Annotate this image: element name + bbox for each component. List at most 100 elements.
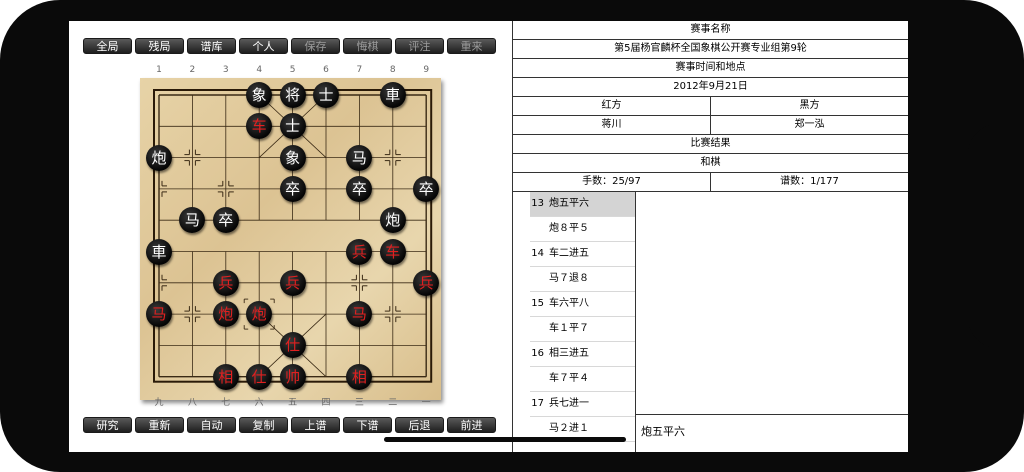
time-place-label-row: 赛事时间和地点 (513, 59, 908, 78)
file-number: 9 (423, 65, 430, 75)
file-number: 二 (388, 398, 398, 408)
bottom-button-1[interactable]: 重新 (135, 417, 184, 433)
bottom-button-0[interactable]: 研究 (83, 417, 132, 433)
move-item[interactable]: 15 车六平八 (530, 292, 635, 317)
move-number: 14 (531, 248, 544, 259)
black-piece[interactable]: 士 (313, 82, 339, 108)
top-button-4[interactable]: 保存 (291, 38, 340, 54)
move-item[interactable]: 炮８平５ (530, 217, 635, 242)
black-piece[interactable]: 象 (279, 144, 306, 171)
move-text: 车六平八 (549, 298, 589, 309)
red-piece[interactable]: 帅 (279, 363, 306, 390)
move-text: 兵七进一 (549, 398, 589, 409)
black-piece[interactable]: 卒 (279, 175, 306, 202)
move-number: 17 (531, 398, 544, 409)
black-piece[interactable]: 卒 (413, 175, 440, 202)
move-item[interactable]: 16 相三进五 (530, 342, 635, 367)
red-piece[interactable]: 兵 (212, 269, 239, 296)
move-list: 13 炮五平六炮８平５ 14 车二进五马７退８ 15 车六平八车１平７ 16 相三进五车７平４… (530, 192, 635, 442)
black-piece[interactable]: 士 (279, 113, 306, 140)
red-piece[interactable]: 兵 (413, 269, 440, 296)
file-number: 六 (254, 398, 264, 408)
bottom-toolbar: 研究 重新 自动 复制 上谱 下谱 后退 前进 (83, 417, 496, 433)
event-label: 赛事名称 (690, 24, 731, 35)
black-piece[interactable]: 炮 (379, 207, 406, 234)
file-number: 五 (288, 398, 298, 408)
red-piece[interactable]: 仕 (246, 363, 273, 390)
file-number: 三 (354, 398, 364, 408)
bottom-button-2[interactable]: 自动 (187, 417, 236, 433)
move-number: 16 (531, 348, 544, 359)
device-frame: 全局 残局 谱库 个人 保存 悔棋 评注 重来 123456789 象将士車车士炮象马卒卒卒马… (0, 0, 1024, 472)
top-button-5[interactable]: 悔棋 (343, 38, 392, 54)
move-text: 车１平７ (549, 323, 589, 334)
file-number: 七 (221, 398, 231, 408)
move-text: 车７平４ (549, 373, 589, 384)
top-button-7[interactable]: 重来 (447, 38, 496, 54)
black-piece[interactable]: 马 (346, 144, 373, 171)
chess-board[interactable]: 象将士車车士炮象马卒卒卒马卒炮車兵车兵兵兵马炮炮马仕相仕帅相 (140, 78, 441, 400)
players-row: 蒋川 郑一泓 (513, 116, 908, 135)
black-piece[interactable]: 車 (146, 238, 172, 265)
time-place-label: 赛事时间和地点 (675, 62, 746, 73)
top-button-2[interactable]: 谱库 (187, 38, 236, 54)
counts-row: 手数：25/97 谱数：1/177 (513, 173, 908, 192)
black-piece[interactable]: 炮 (146, 144, 172, 171)
file-number: 2 (189, 65, 196, 75)
move-text: 车二进五 (549, 248, 589, 259)
move-item[interactable]: 车１平７ (530, 317, 635, 342)
red-piece[interactable]: 相 (212, 363, 239, 390)
top-toolbar: 全局 残局 谱库 个人 保存 悔棋 评注 重来 (83, 38, 496, 54)
black-piece[interactable]: 車 (379, 82, 406, 108)
record-count: 谱数：1/177 (710, 173, 908, 191)
move-text: 相三进五 (549, 348, 589, 359)
red-piece[interactable]: 炮 (212, 301, 239, 328)
move-text: 炮８平５ (549, 223, 589, 234)
black-piece[interactable]: 卒 (212, 207, 239, 234)
event-label-row: 赛事名称 (513, 21, 908, 40)
result-label: 比赛结果 (690, 138, 731, 149)
black-piece[interactable]: 象 (246, 82, 273, 108)
sides-label-row: 红方 黑方 (513, 97, 908, 116)
red-piece[interactable]: 仕 (279, 332, 306, 359)
app-screen: 全局 残局 谱库 个人 保存 悔棋 评注 重来 123456789 象将士車车士炮象马卒卒卒马… (69, 21, 908, 452)
move-comment: 炮五平六 (641, 425, 685, 438)
red-piece[interactable]: 兵 (279, 269, 306, 296)
move-item[interactable]: 车７平４ (530, 367, 635, 392)
red-player-name: 蒋川 (601, 119, 622, 130)
top-button-6[interactable]: 评注 (395, 38, 444, 54)
bottom-button-7[interactable]: 前进 (447, 417, 496, 433)
top-button-3[interactable]: 个人 (239, 38, 288, 54)
file-number: 7 (356, 65, 363, 75)
file-number: 3 (222, 65, 229, 75)
move-number: 13 (531, 198, 544, 209)
result-label-row: 比赛结果 (513, 135, 908, 154)
black-player-name: 郑一泓 (710, 116, 908, 134)
red-piece[interactable]: 车 (379, 238, 406, 265)
bottom-button-4[interactable]: 上谱 (291, 417, 340, 433)
home-indicator[interactable] (384, 437, 626, 442)
move-text: 炮五平六 (549, 198, 589, 209)
top-button-0[interactable]: 全局 (83, 38, 132, 54)
bottom-button-5[interactable]: 下谱 (343, 417, 392, 433)
event-name: 第5届杨官麟杯全国象棋公开赛专业组第9轮 (614, 43, 807, 54)
red-side-label: 红方 (601, 100, 622, 111)
file-number: 5 (289, 65, 296, 75)
black-piece[interactable]: 将 (279, 82, 306, 108)
date-row: 2012年9月21日 (513, 78, 908, 97)
black-side-label: 黑方 (710, 97, 908, 115)
red-piece[interactable]: 相 (346, 363, 373, 390)
file-number: 八 (187, 398, 197, 408)
red-piece[interactable]: 兵 (346, 238, 373, 265)
top-button-1[interactable]: 残局 (135, 38, 184, 54)
game-result: 和棋 (700, 157, 721, 168)
move-item[interactable]: 13 炮五平六 (530, 192, 635, 217)
red-piece[interactable]: 马 (146, 301, 172, 328)
move-item[interactable]: 14 车二进五 (530, 242, 635, 267)
move-item[interactable]: 马７退８ (530, 267, 635, 292)
file-number: 1 (156, 65, 162, 75)
move-item[interactable]: 17 兵七进一 (530, 392, 635, 417)
bottom-button-3[interactable]: 复制 (239, 417, 288, 433)
game-info-panel: 赛事名称 第5届杨官麟杯全国象棋公开赛专业组第9轮 赛事时间和地点 2012年9… (513, 21, 908, 192)
bottom-button-6[interactable]: 后退 (395, 417, 444, 433)
